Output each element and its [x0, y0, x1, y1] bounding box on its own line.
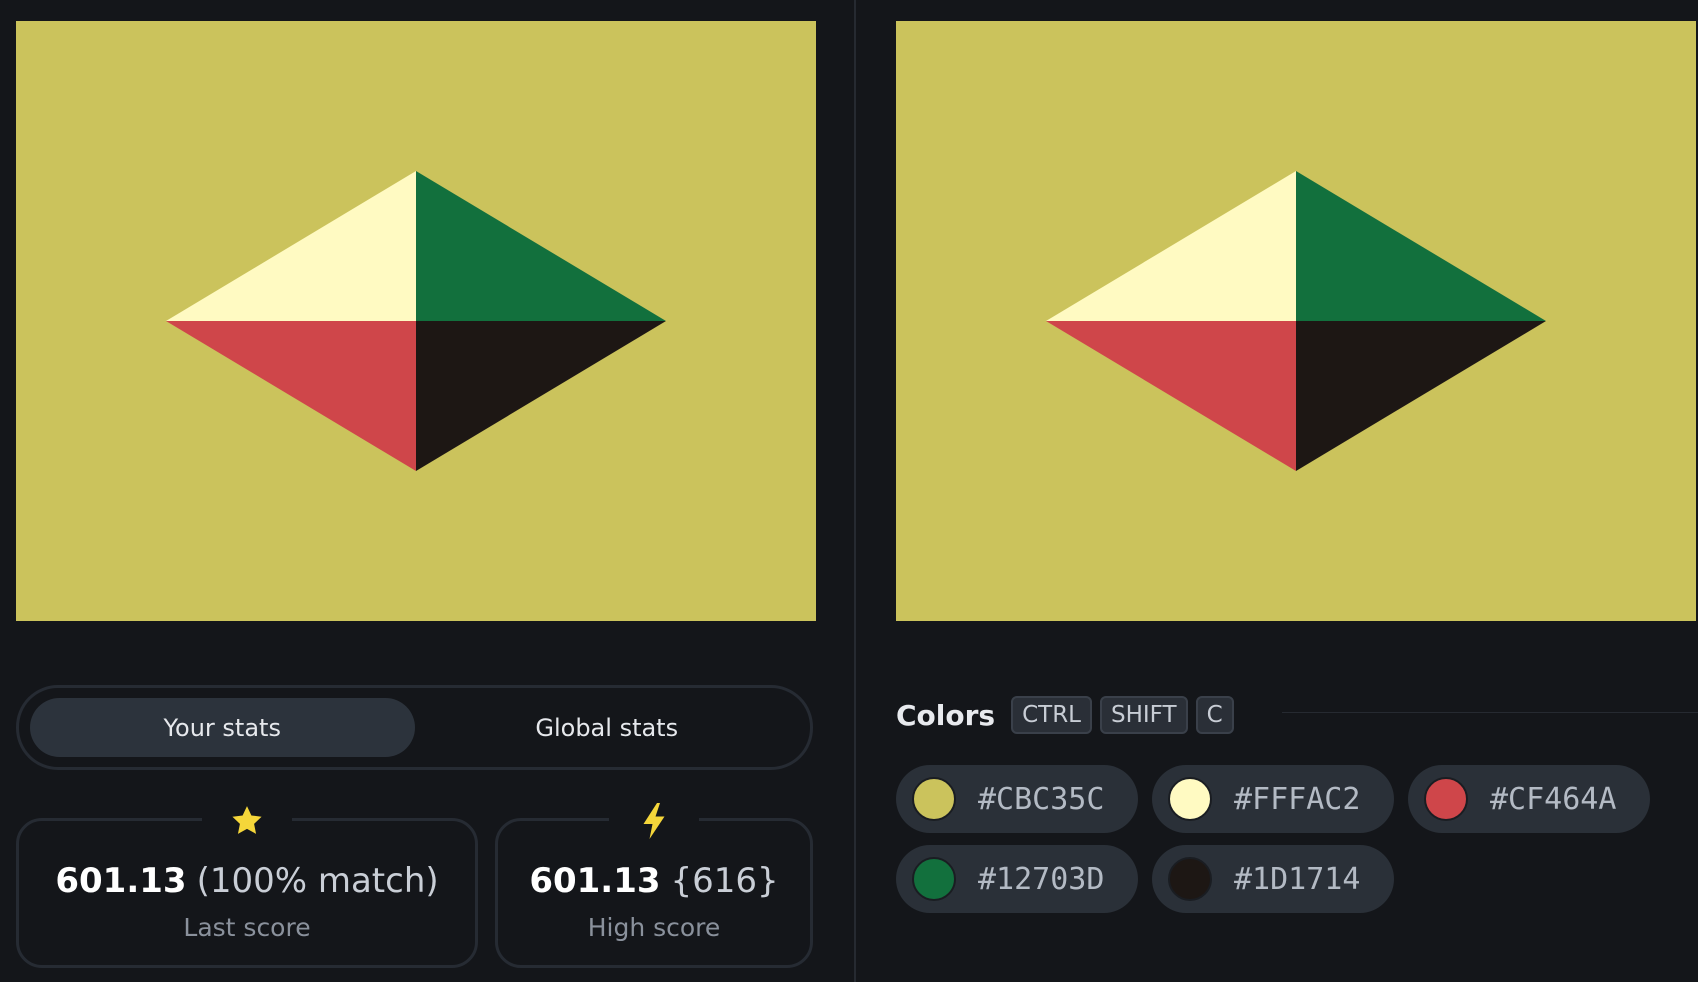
diamond-bottom-left [166, 321, 416, 471]
color-dot [912, 857, 956, 901]
lightning-icon [609, 799, 699, 843]
target-image-canvas [16, 21, 816, 621]
diamond-top-left [1046, 171, 1296, 321]
color-hex: #FFFAC2 [1234, 781, 1361, 817]
colors-title: Colors [896, 698, 996, 732]
shortcut-key-c: C [1195, 696, 1234, 734]
shortcut-key-shift: SHIFT [1100, 696, 1188, 734]
star-icon [202, 799, 292, 843]
last-score-match: (100% match) [196, 861, 439, 901]
color-swatch[interactable]: #1D1714 [1152, 845, 1394, 913]
target-diamond-graphic [166, 171, 666, 471]
color-swatch[interactable]: #12703D [896, 845, 1138, 913]
panel-divider [854, 0, 856, 982]
output-diamond-graphic [1046, 171, 1546, 471]
high-score-label: High score [587, 913, 721, 942]
color-hex: #12703D [978, 861, 1105, 897]
colors-header: Colors CTRL SHIFT C [896, 695, 1242, 735]
diamond-top-right [1296, 171, 1546, 321]
high-score-card: 601.13 {616} High score [495, 799, 813, 968]
last-score-value: 601.13 [55, 861, 187, 901]
colors-divider-line [1282, 712, 1698, 713]
color-dot [1168, 857, 1212, 901]
color-dot [1424, 777, 1468, 821]
diamond-top-left [166, 171, 416, 321]
stats-tab-switcher: Your stats Global stats [16, 685, 813, 770]
user-output-canvas [896, 21, 1696, 621]
diamond-bottom-left [1046, 321, 1296, 471]
color-swatch[interactable]: #CBC35C [896, 765, 1138, 833]
color-hex: #CBC35C [978, 781, 1105, 817]
color-hex: #1D1714 [1234, 861, 1361, 897]
color-dot [912, 777, 956, 821]
high-score-value-line: 601.13 {616} [498, 861, 810, 901]
app-root: Your stats Global stats 601.13 (100% matc… [0, 0, 1698, 982]
color-hex: #CF464A [1490, 781, 1617, 817]
tab-your-stats[interactable]: Your stats [30, 698, 415, 757]
high-score-value: 601.13 [529, 861, 661, 901]
diamond-bottom-right [416, 321, 666, 471]
color-dot [1168, 777, 1212, 821]
color-swatch[interactable]: #CF464A [1408, 765, 1650, 833]
diamond-top-right [416, 171, 666, 321]
tab-global-stats[interactable]: Global stats [415, 698, 800, 757]
high-score-detail: {616} [670, 861, 779, 901]
color-swatch[interactable]: #FFFAC2 [1152, 765, 1394, 833]
diamond-bottom-right [1296, 321, 1546, 471]
last-score-card: 601.13 (100% match) Last score [16, 799, 478, 968]
last-score-value-line: 601.13 (100% match) [19, 861, 475, 901]
shortcut-key-ctrl: CTRL [1011, 696, 1092, 734]
last-score-label: Last score [183, 913, 311, 942]
